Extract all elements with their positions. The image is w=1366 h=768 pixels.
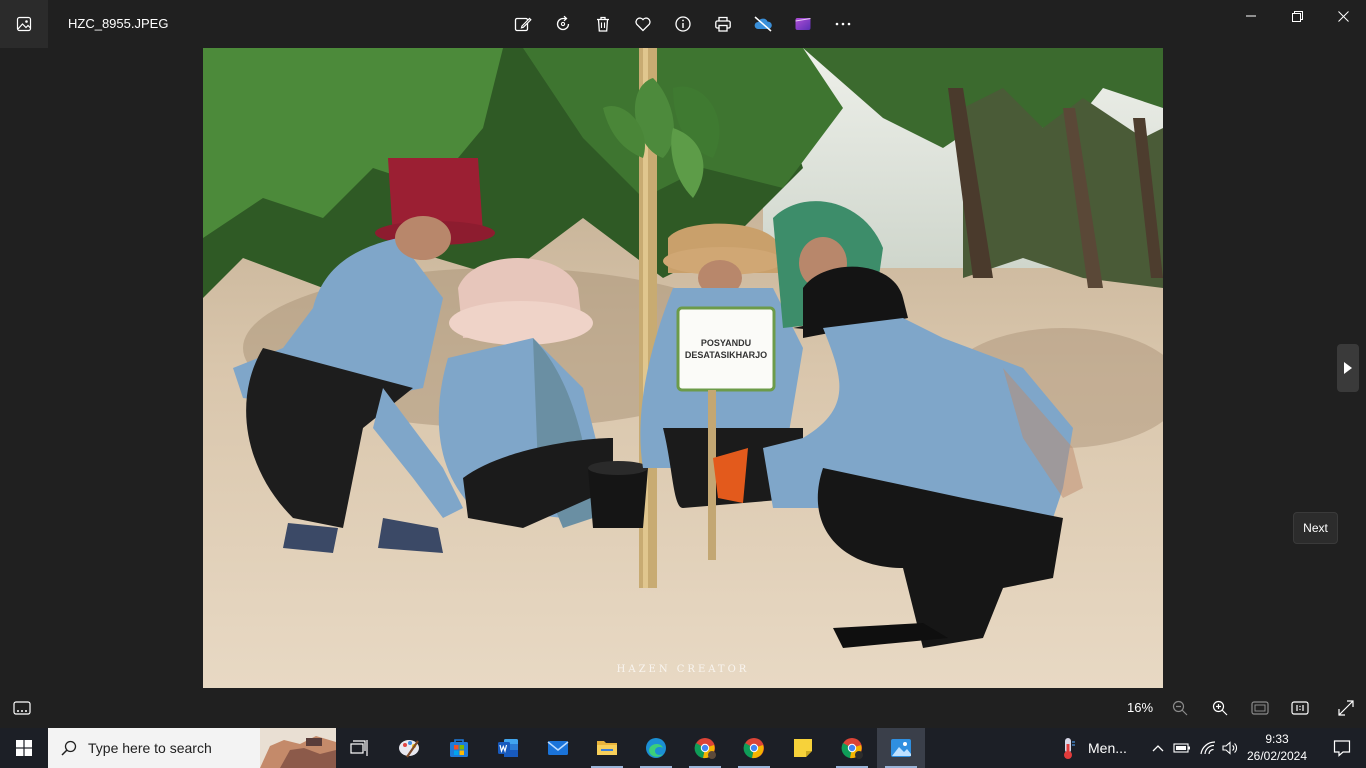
zoom-in-icon[interactable] [1204,692,1236,724]
edit-image-icon[interactable] [503,4,543,44]
weather-label[interactable]: Men... [1088,740,1127,756]
clock-date: 26/02/2024 [1246,749,1308,763]
close-icon[interactable] [1320,0,1366,32]
restore-icon[interactable] [1274,0,1320,32]
task-view-icon[interactable] [336,728,384,768]
search-highlight-image [260,728,336,768]
next-tooltip: Next [1293,512,1338,544]
chrome-profile-icon[interactable] [681,728,729,768]
chrome-profile-2-icon[interactable] [828,728,876,768]
weather-thermometer-icon[interactable] [1050,728,1086,768]
title-bar: HZC_8955.JPEG [0,0,1366,48]
filmstrip-icon[interactable] [0,688,44,728]
next-image-button[interactable] [1337,344,1359,392]
clipchamp-video-icon[interactable] [783,4,823,44]
rotate-icon[interactable] [543,4,583,44]
file-explorer-icon[interactable] [583,728,631,768]
photos-app-icon[interactable] [0,0,48,48]
onedrive-cloud-off-icon[interactable] [743,4,783,44]
zoom-out-icon[interactable] [1164,692,1196,724]
volume-icon[interactable] [1220,728,1240,768]
taskbar-search-box[interactable]: Type here to search [48,728,336,768]
paint-app-icon[interactable] [386,728,434,768]
image-toolbar [503,4,863,44]
word-app-icon[interactable] [484,728,532,768]
delete-icon[interactable] [583,4,623,44]
search-placeholder: Type here to search [88,740,212,756]
fit-to-window-icon[interactable] [1244,692,1276,724]
full-screen-icon[interactable] [1330,692,1362,724]
bottom-bar: 16% [0,688,1366,728]
actual-size-icon[interactable] [1284,692,1316,724]
zoom-level: 16% [1126,700,1154,715]
edge-browser-icon[interactable] [632,728,680,768]
image-viewer: POSYANDU DESATASIKHARJO HAZEN CREATOR Ne… [0,48,1366,688]
sticky-notes-icon[interactable] [779,728,827,768]
photo: POSYANDU DESATASIKHARJO HAZEN CREATOR [203,48,1163,688]
wifi-icon[interactable] [1198,728,1218,768]
system-clock[interactable]: 9:33 26/02/2024 [1244,731,1310,765]
photos-app-taskbar-icon[interactable] [877,728,925,768]
watermark: HAZEN CREATOR [617,664,750,675]
chrome-browser-icon[interactable] [730,728,778,768]
sign-line2: DESATASIKHARJO [685,350,767,360]
search-icon [61,740,77,756]
battery-icon[interactable] [1172,728,1192,768]
sign-line1: POSYANDU [701,338,751,348]
favorite-heart-icon[interactable] [623,4,663,44]
print-icon[interactable] [703,4,743,44]
minimize-icon[interactable] [1228,0,1274,32]
notification-center-icon[interactable] [1318,728,1366,768]
file-name: HZC_8955.JPEG [68,16,169,31]
clock-time: 9:33 [1265,732,1289,746]
show-hidden-icons-chevron-icon[interactable] [1148,728,1168,768]
window-controls [1228,0,1366,32]
mail-app-icon[interactable] [534,728,582,768]
windows-start-icon[interactable] [0,728,48,768]
taskbar: Type here to search Men... 9:33 26/02/20… [0,728,1366,768]
more-options-icon[interactable] [823,4,863,44]
microsoft-store-icon[interactable] [435,728,483,768]
info-icon[interactable] [663,4,703,44]
